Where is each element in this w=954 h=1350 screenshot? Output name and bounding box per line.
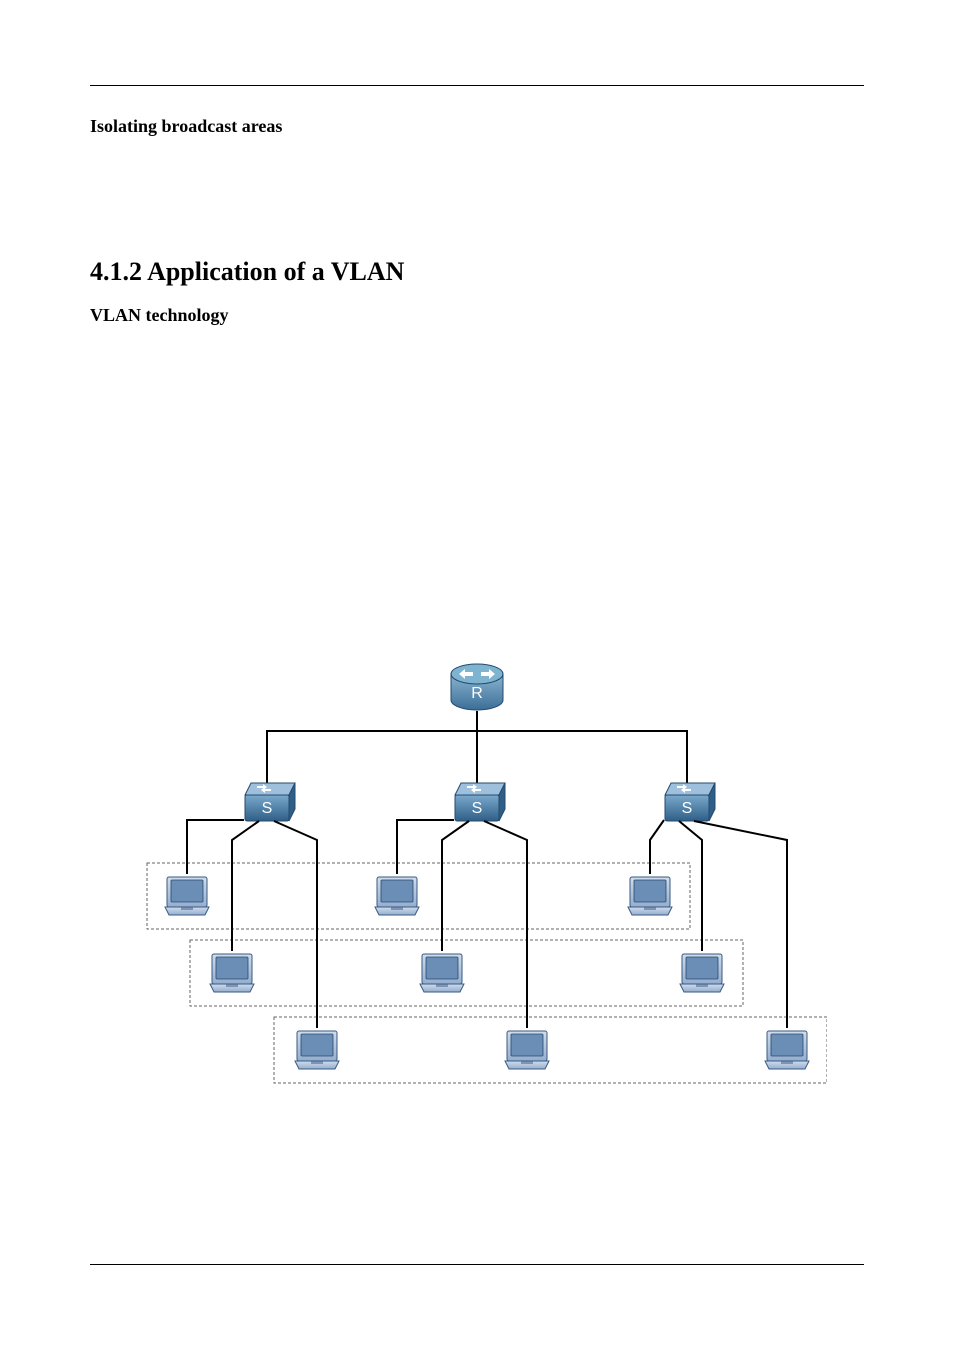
vlan-group-box-2: [190, 940, 743, 1006]
pc-icon: [210, 954, 254, 992]
heading-vlan-technology: VLAN technology: [90, 305, 864, 326]
pc-icon: [765, 1031, 809, 1069]
heading-application-of-vlan: 4.1.2 Application of a VLAN: [90, 257, 864, 287]
router-icon: R: [451, 664, 503, 710]
pc-icon: [628, 877, 672, 915]
top-horizontal-rule: [90, 85, 864, 86]
switch-icon: [665, 783, 715, 821]
pc-icon: [165, 877, 209, 915]
pc-icon: [420, 954, 464, 992]
pc-icon: [505, 1031, 549, 1069]
bottom-horizontal-rule: [90, 1264, 864, 1265]
vlan-group-box-3: [274, 1017, 827, 1083]
vlan-topology-svg: S R: [127, 656, 827, 1086]
vlan-group-box-1: [147, 863, 690, 929]
heading-isolating-broadcast: Isolating broadcast areas: [90, 116, 864, 137]
network-diagram: S R: [90, 656, 864, 1086]
switch-icon: [455, 783, 505, 821]
pc-icon: [680, 954, 724, 992]
router-label-text: R: [471, 685, 483, 702]
pc-icon: [375, 877, 419, 915]
switch-icon: [245, 783, 295, 821]
pc-icon: [295, 1031, 339, 1069]
